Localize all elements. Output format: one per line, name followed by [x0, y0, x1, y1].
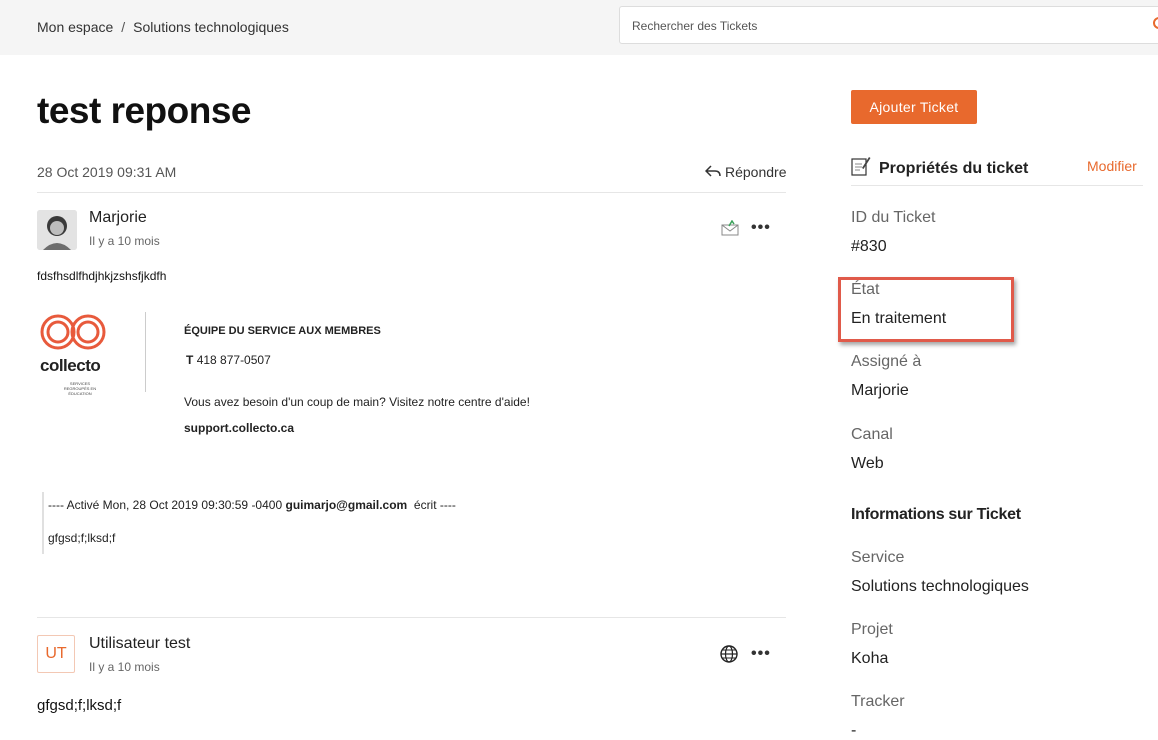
divider [37, 617, 786, 618]
email-icon [721, 219, 739, 241]
collecto-logo: collecto SERVICES REGROUPÉS EN ÉDUCATION [38, 312, 114, 396]
reply-label: Répondre [725, 164, 787, 180]
field-value-tracker: - [851, 722, 857, 739]
field-value-service: Solutions technologiques [851, 578, 1029, 595]
quote-header-suffix: écrit ---- [413, 498, 456, 512]
logo-text: collecto [40, 356, 101, 375]
avatar [37, 210, 77, 250]
properties-header: Propriétés du ticket [851, 156, 1028, 181]
field-value-assignee: Marjorie [851, 382, 909, 399]
divider [37, 192, 786, 193]
search-icon[interactable] [1150, 16, 1158, 39]
more-options-icon[interactable]: ••• [751, 219, 771, 237]
quote-header: ---- Activé Mon, 28 Oct 2019 09:30:59 -0… [48, 498, 456, 512]
search-box [619, 6, 1158, 45]
top-bar: Mon espace / Solutions technologiques [0, 0, 1158, 55]
breadcrumb-current[interactable]: Solutions technologiques [133, 19, 289, 35]
signature-phone: T 418 877-0507 [186, 353, 271, 367]
breadcrumb-home[interactable]: Mon espace [37, 19, 113, 35]
message-body: gfgsd;f;lksd;f [37, 697, 122, 714]
breadcrumb: Mon espace / Solutions technologiques [37, 19, 289, 35]
field-value-project: Koha [851, 650, 889, 667]
add-ticket-button[interactable]: Ajouter Ticket [851, 90, 977, 124]
field-label-service: Service [851, 549, 905, 566]
field-label-assignee: Assigné à [851, 353, 922, 370]
breadcrumb-separator: / [121, 19, 126, 35]
edit-note-icon [851, 156, 871, 181]
signature-divider [145, 312, 146, 392]
message-body: fdsfhsdlfhdjhkjzshsfjkdfh [37, 269, 167, 283]
logo-tagline: SERVICES REGROUPÉS EN ÉDUCATION [63, 381, 97, 396]
field-label-ticket-id: ID du Ticket [851, 209, 936, 226]
field-label-project: Projet [851, 621, 893, 638]
reply-icon [704, 164, 721, 180]
quote-header-prefix: ---- Activé Mon, 28 Oct 2019 09:30:59 -0… [48, 498, 283, 512]
signature-help: Vous avez besoin d'un coup de main? Visi… [184, 395, 530, 409]
phone-prefix: T [186, 353, 194, 367]
avatar-initials: UT [37, 635, 75, 673]
message-time: Il y a 10 mois [89, 660, 160, 674]
collecto-logo-mark [40, 314, 106, 350]
globe-icon [720, 645, 738, 668]
field-label-tracker: Tracker [851, 693, 905, 710]
message-author: Marjorie [89, 209, 147, 226]
signature-link[interactable]: support.collecto.ca [184, 421, 294, 435]
signature-team: ÉQUIPE DU SERVICE AUX MEMBRES [184, 325, 381, 337]
state-highlight-box [838, 277, 1014, 342]
field-value-ticket-id: #830 [851, 238, 887, 255]
message-time: Il y a 10 mois [89, 234, 160, 248]
quote-email: guimarjo@gmail.com [285, 498, 408, 512]
reply-button[interactable]: Répondre [704, 164, 787, 180]
field-value-channel: Web [851, 455, 884, 472]
ticket-date: 28 Oct 2019 09:31 AM [37, 164, 177, 180]
ticket-title: test reponse [37, 90, 252, 131]
modify-link[interactable]: Modifier [1087, 158, 1137, 174]
properties-title: Propriétés du ticket [879, 159, 1029, 177]
search-input[interactable] [630, 7, 1134, 45]
message-author: Utilisateur test [89, 635, 191, 652]
divider [851, 185, 1143, 186]
ticket-info-title: Informations sur Ticket [851, 506, 1021, 523]
quote-bar [42, 492, 44, 554]
quote-text: gfgsd;f;lksd;f [48, 531, 116, 545]
phone-number: 418 877-0507 [196, 353, 271, 367]
more-options-icon[interactable]: ••• [751, 645, 771, 663]
field-label-channel: Canal [851, 426, 893, 443]
